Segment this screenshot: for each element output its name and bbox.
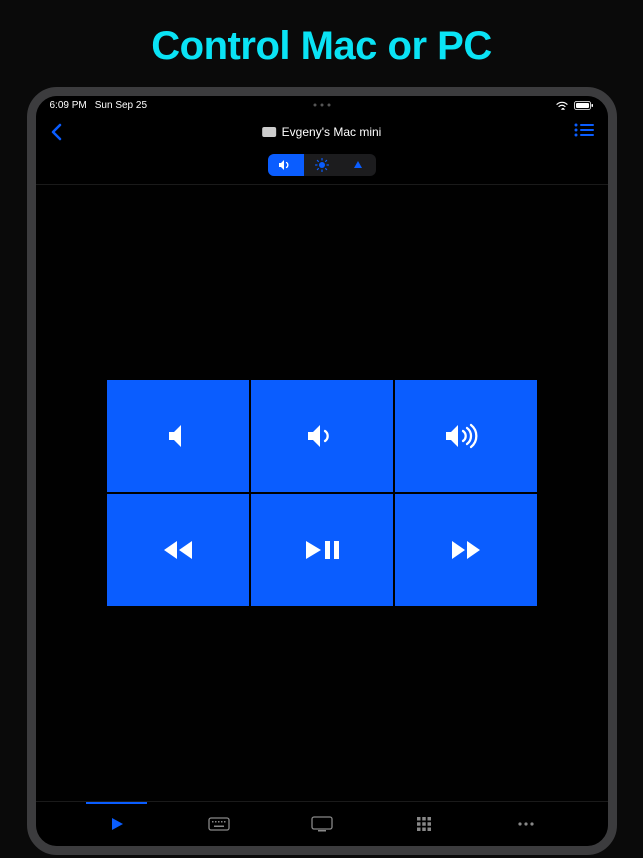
mute-button[interactable]	[107, 380, 249, 492]
volume-up-button[interactable]	[395, 380, 537, 492]
mode-segmented-control	[36, 150, 608, 184]
multitask-dots-icon	[313, 104, 330, 107]
list-button[interactable]	[574, 123, 594, 142]
status-bar: 6:09 PM Sun Sep 25	[36, 96, 608, 114]
rewind-button[interactable]	[107, 494, 249, 606]
tab-more[interactable]	[475, 802, 577, 846]
back-button[interactable]	[50, 123, 62, 141]
ipad-frame: 6:09 PM Sun Sep 25 Evgeny's	[27, 87, 617, 855]
tab-media[interactable]	[66, 802, 168, 846]
segment-volume[interactable]	[268, 154, 304, 176]
control-grid	[107, 380, 537, 606]
segment-navigation[interactable]	[340, 154, 376, 176]
battery-icon	[574, 101, 594, 110]
mac-mini-icon	[262, 127, 276, 137]
tab-keyboard[interactable]	[168, 802, 270, 846]
volume-down-button[interactable]	[251, 380, 393, 492]
status-date: Sun Sep 25	[95, 100, 147, 111]
tab-grid[interactable]	[373, 802, 475, 846]
wifi-icon	[556, 101, 568, 110]
device-name-label: Evgeny's Mac mini	[282, 125, 382, 139]
play-pause-button[interactable]	[251, 494, 393, 606]
screen: 6:09 PM Sun Sep 25 Evgeny's	[36, 96, 608, 846]
status-time: 6:09 PM	[50, 100, 87, 111]
nav-header: Evgeny's Mac mini	[36, 114, 608, 150]
control-panel	[36, 184, 608, 802]
tab-display[interactable]	[270, 802, 372, 846]
tab-bar	[36, 802, 608, 846]
marketing-headline: Control Mac or PC	[0, 0, 643, 87]
device-title: Evgeny's Mac mini	[262, 125, 382, 139]
fast-forward-button[interactable]	[395, 494, 537, 606]
segment-brightness[interactable]	[304, 154, 340, 176]
